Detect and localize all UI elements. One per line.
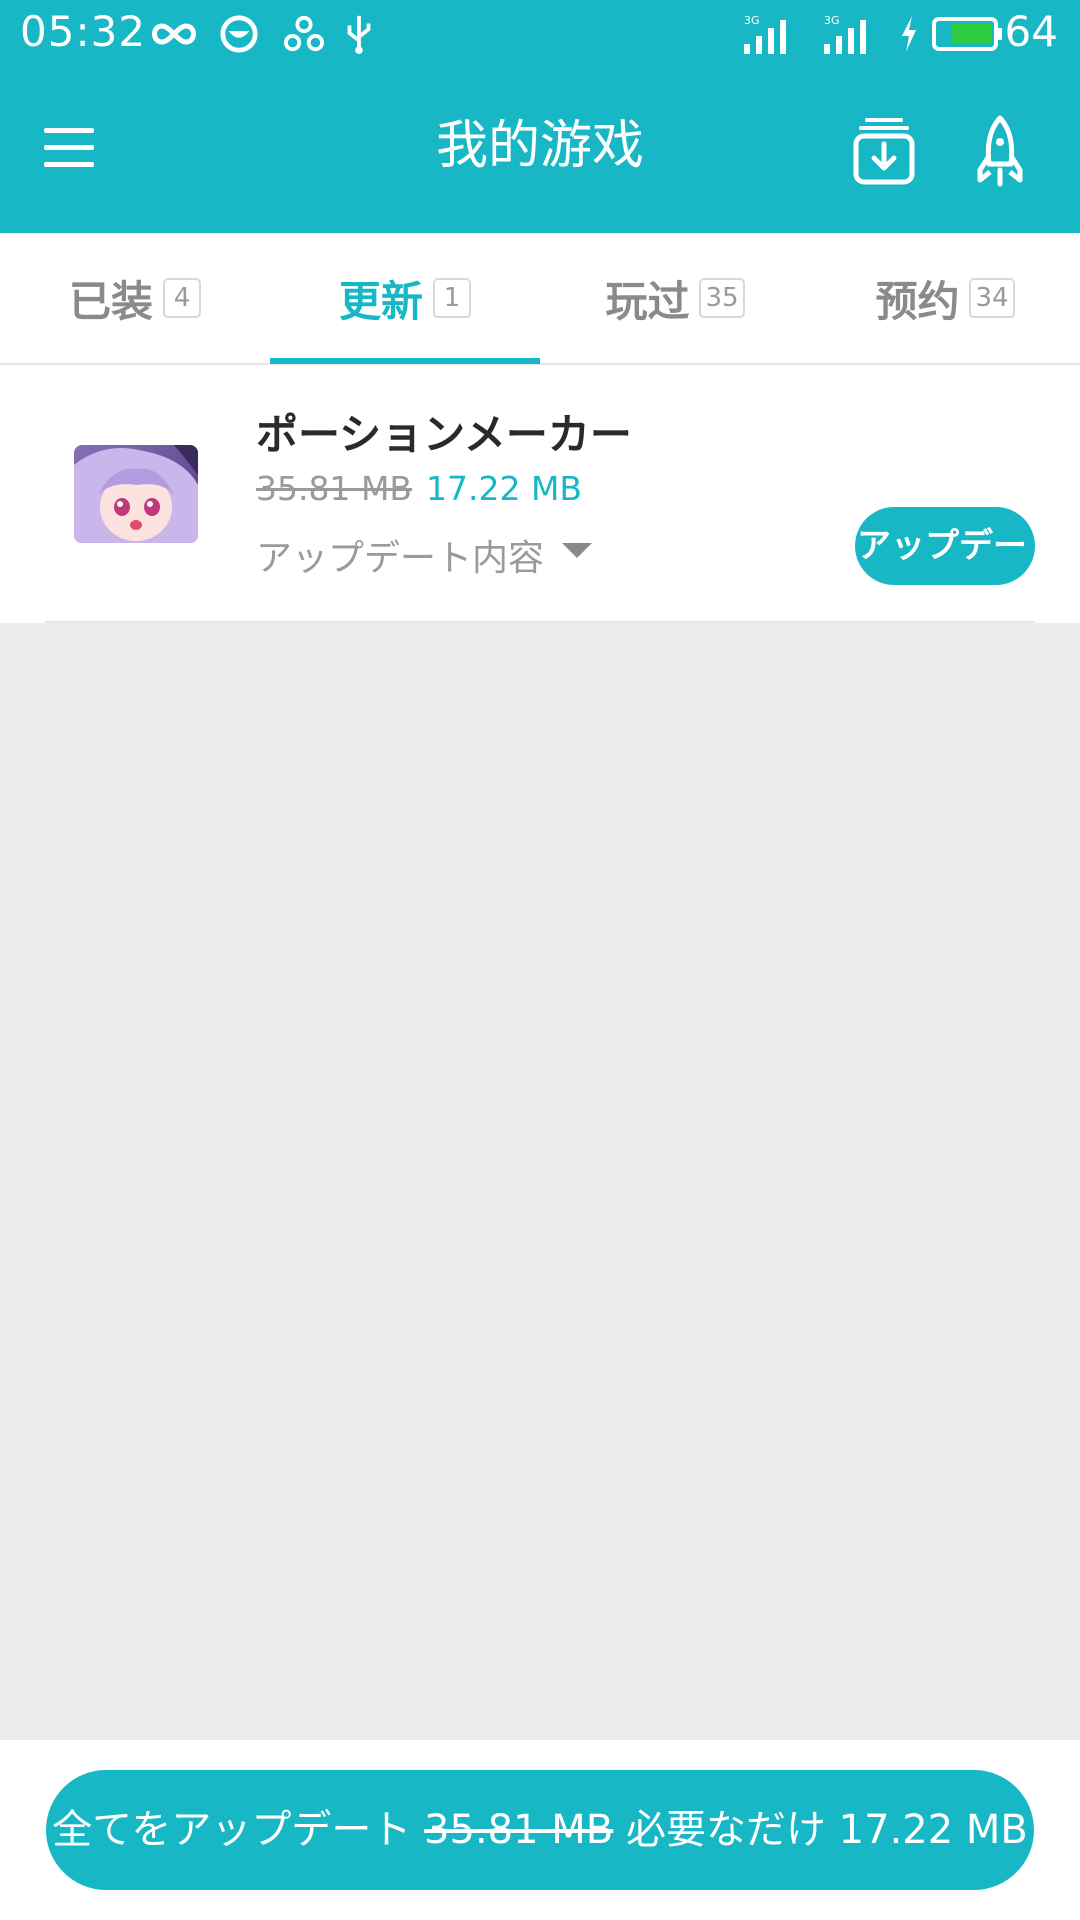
changelog-toggle[interactable]: アップデート内容	[256, 529, 544, 581]
tab-played[interactable]: 玩过 35	[540, 233, 810, 363]
share-knot-icon	[284, 15, 324, 52]
status-bar: 05:32 3G 3G 64	[0, 0, 1080, 66]
battery-icon	[932, 17, 1002, 51]
tab-label: 预约	[875, 276, 960, 326]
game-title: ポーションメーカー	[256, 410, 632, 459]
tab-installed[interactable]: 已装 4	[0, 233, 270, 363]
tab-bar: 已装 4 更新 1 玩过 35 预约 34	[0, 233, 1080, 365]
tab-count-badge: 34	[969, 278, 1015, 318]
tab-reserved[interactable]: 预约 34	[810, 233, 1080, 363]
signal-3g-icon: 3G	[824, 14, 866, 54]
update-list-item[interactable]: ポーションメーカー 35.81 MB 17.22 MB アップデート内容 アップ…	[0, 365, 1080, 623]
update-all-old-size: 35.81 MB	[424, 1807, 614, 1853]
tab-label: 玩过	[605, 276, 690, 326]
top-header: 05:32 3G 3G 64 我的游戏	[0, 0, 1080, 233]
active-tab-indicator	[270, 358, 540, 364]
tab-label: 更新	[338, 276, 423, 326]
update-all-new-size: 17.22 MB	[838, 1807, 1028, 1853]
game-thumbnail	[74, 445, 198, 543]
update-all-middle-text: 必要なだけ	[625, 1807, 826, 1853]
tab-count-badge: 4	[163, 278, 201, 318]
tab-label: 已装	[68, 276, 153, 326]
infinity-icon	[152, 23, 196, 45]
page-title: 我的游戏	[435, 116, 644, 176]
new-size: 17.22 MB	[426, 469, 583, 508]
svg-text:3G: 3G	[744, 14, 760, 27]
tab-count-badge: 1	[433, 278, 471, 318]
battery-percentage: 64	[1004, 7, 1058, 56]
old-size: 35.81 MB	[256, 469, 413, 508]
caret-down-icon[interactable]	[562, 543, 592, 558]
svg-text:3G: 3G	[824, 14, 840, 27]
screen: 05:32 3G 3G 64 我的游戏 已装 4 更新 1 玩过 35 预约 3…	[0, 0, 1080, 1920]
tab-updates[interactable]: 更新 1	[270, 233, 540, 363]
bottom-bar: 全てをアップデート 35.81 MB 必要なだけ 17.22 MB	[0, 1740, 1080, 1920]
tab-count-badge: 35	[699, 278, 745, 318]
status-time: 05:32	[20, 7, 147, 56]
rocket-icon[interactable]	[975, 114, 1025, 188]
usb-icon	[347, 15, 371, 54]
divider	[45, 621, 1035, 623]
update-button[interactable]: アップデー	[855, 507, 1035, 585]
charging-icon	[902, 16, 916, 52]
signal-3g-icon: 3G	[744, 14, 786, 54]
update-all-label: 全てをアップデート	[52, 1807, 412, 1853]
app-bar: 我的游戏	[0, 66, 1080, 233]
smile-circle-icon	[220, 15, 258, 53]
update-all-button[interactable]: 全てをアップデート 35.81 MB 必要なだけ 17.22 MB	[46, 1770, 1034, 1890]
download-manager-icon[interactable]	[853, 116, 915, 186]
